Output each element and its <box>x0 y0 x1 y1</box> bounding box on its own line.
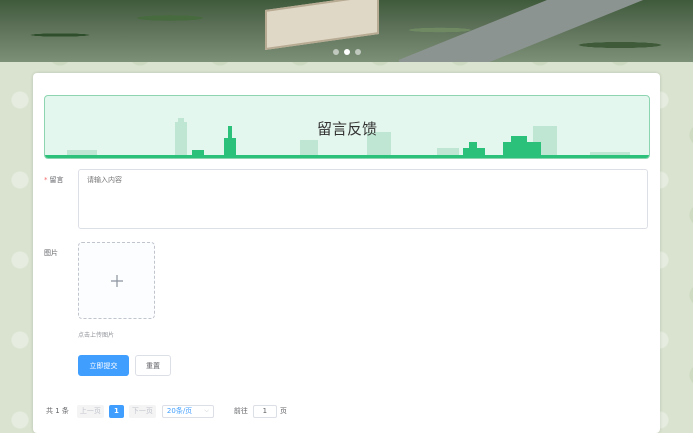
carousel-dot-active[interactable] <box>344 49 350 55</box>
carousel-indicators <box>333 49 361 55</box>
submit-button[interactable]: 立即提交 <box>78 355 129 376</box>
upload-tip: 点击上传图片 <box>78 332 115 339</box>
goto-suffix: 页 <box>279 407 287 415</box>
reset-button[interactable]: 重置 <box>135 355 171 376</box>
carousel-dot[interactable] <box>355 49 361 55</box>
carousel-dot[interactable] <box>333 49 339 55</box>
feedback-card: 留言反馈 *留言 图片 点击上传图片 立即提交 重置 共 1 条 上一页 1 下… <box>33 73 660 433</box>
goto-prefix: 前往 <box>233 407 248 415</box>
image-upload-box[interactable] <box>78 242 155 319</box>
hero-banner: 留言反馈 <box>44 95 650 159</box>
required-asterisk: * <box>44 176 48 184</box>
hero-title: 留言反馈 <box>316 120 377 138</box>
image-label: 图片 <box>44 249 58 257</box>
plus-icon <box>110 274 123 287</box>
message-textarea[interactable] <box>78 169 648 229</box>
pagination-total: 共 1 条 <box>46 407 69 415</box>
top-banner-carousel[interactable] <box>0 0 693 62</box>
message-label: * 留言 <box>44 176 64 184</box>
page-size-value: 20条/页 <box>166 407 193 415</box>
chevron-down-icon: ⌵ <box>204 407 209 414</box>
